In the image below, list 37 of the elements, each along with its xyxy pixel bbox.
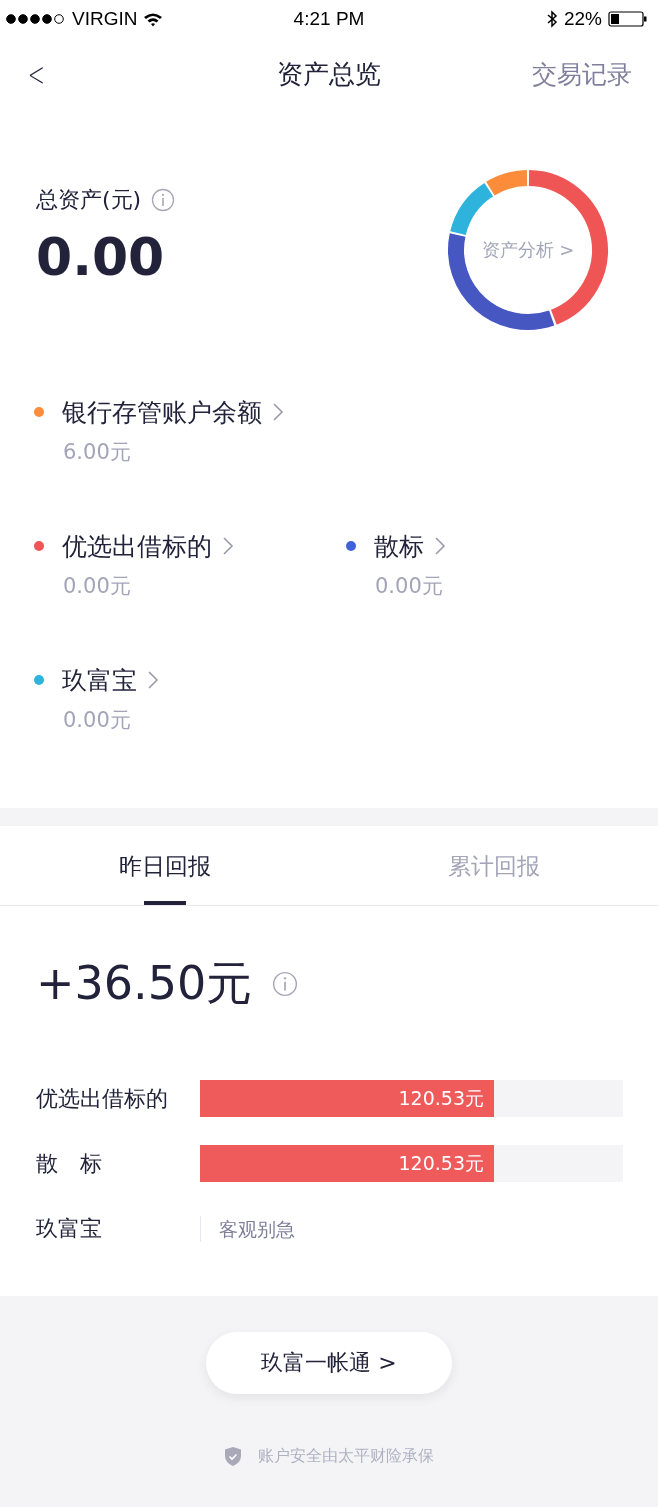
return-label: 优选出借标的 xyxy=(36,1084,169,1113)
return-label: 散 标 xyxy=(36,1149,103,1178)
status-time: 4:21 PM xyxy=(293,8,365,30)
return-amount: +36.50元 xyxy=(36,955,253,1012)
bar-value: 120.53元 xyxy=(398,1150,484,1176)
battery-icon xyxy=(608,10,648,28)
battery-percent: 22% xyxy=(563,8,602,30)
chevron-right-icon[interactable] xyxy=(434,536,446,556)
bar-value: 120.53元 xyxy=(398,1085,484,1111)
signal-icon xyxy=(6,14,66,24)
info-icon[interactable] xyxy=(272,971,299,997)
asset-value: 0.00元 xyxy=(375,573,444,600)
asset-name-link[interactable]: 散标 xyxy=(374,529,424,563)
bluetooth-icon xyxy=(545,10,558,28)
asset-name-link[interactable]: 银行存管账户余额 xyxy=(62,395,262,429)
asset-value: 6.00元 xyxy=(63,439,132,466)
account-button[interactable]: 玖富一帐通 > xyxy=(206,1332,452,1394)
total-amount: 0.00 xyxy=(36,227,166,287)
chevron-right-icon[interactable] xyxy=(147,670,159,690)
asset-name-link[interactable]: 优选出借标的 xyxy=(62,529,212,563)
shield-icon xyxy=(224,1446,242,1467)
carrier-name: VIRGIN xyxy=(72,8,138,30)
info-icon[interactable] xyxy=(151,188,176,212)
return-label: 玖富宝 xyxy=(36,1214,103,1243)
asset-value: 0.00元 xyxy=(63,573,132,600)
return-note: 客观别急 xyxy=(200,1215,295,1242)
wifi-icon xyxy=(143,11,164,27)
back-button[interactable]: < xyxy=(27,54,45,94)
security-note: 账户安全由太平财险承保 xyxy=(258,1446,434,1467)
transactions-link[interactable]: 交易记录 xyxy=(532,57,632,91)
total-assets-label: 总资产(元) xyxy=(36,186,142,214)
asset-name-link[interactable]: 玖富宝 xyxy=(62,663,137,697)
page-title: 资产总览 xyxy=(277,57,381,91)
chevron-right-icon[interactable] xyxy=(272,402,284,422)
asset-value: 0.00元 xyxy=(63,707,132,734)
chevron-right-icon[interactable] xyxy=(222,536,234,556)
tab[interactable]: 昨日回报 xyxy=(0,826,329,905)
